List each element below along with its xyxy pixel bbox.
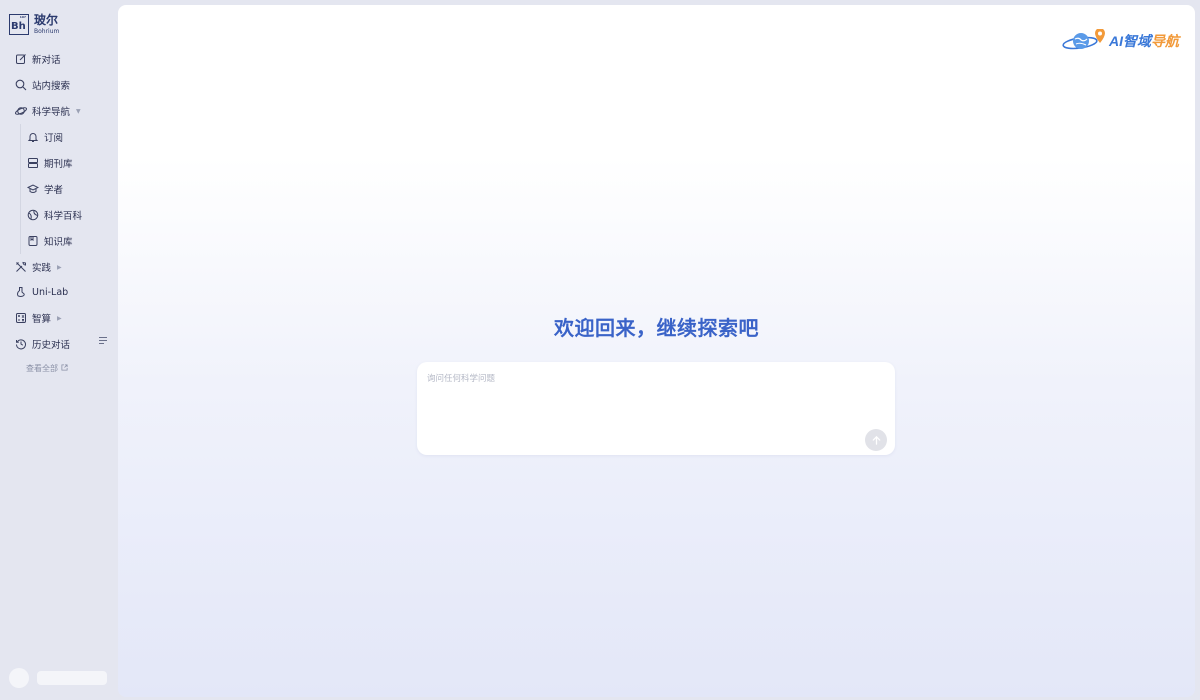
sidebar-item-science-nav[interactable]: 科学导航 ▼ xyxy=(15,103,81,119)
bell-icon xyxy=(27,131,39,143)
sidebar-item-encyclopedia[interactable]: 科学百科 xyxy=(27,207,82,223)
sidebar-item-label: 期刊库 xyxy=(44,159,73,170)
sidebar-item-site-search[interactable]: 站内搜索 xyxy=(15,77,70,93)
user-name-placeholder[interactable] xyxy=(37,671,107,685)
history-icon xyxy=(15,338,27,350)
view-all-link[interactable]: 查看全部 xyxy=(26,363,68,374)
chat-input[interactable] xyxy=(427,372,867,432)
chevron-down-icon: ▼ xyxy=(76,107,81,115)
chevron-right-icon: ▶ xyxy=(57,263,62,271)
tools-icon xyxy=(15,261,27,273)
logo-zhiyu: 智域 xyxy=(1123,33,1151,49)
sidebar-item-new-chat[interactable]: 新对话 xyxy=(15,51,61,67)
sidebar-item-practice[interactable]: 实践 ▶ xyxy=(15,259,62,275)
ai-zhiyu-nav-logo[interactable]: AI智域导航 xyxy=(1062,29,1179,53)
sidebar-item-compute[interactable]: 智算 ▶ xyxy=(15,310,62,326)
arrow-up-icon xyxy=(872,435,880,445)
sidebar-item-label: 历史对话 xyxy=(32,340,71,351)
logo-ai: AI xyxy=(1109,33,1123,49)
sidebar-item-knowledge-base[interactable]: 知识库 xyxy=(27,233,73,249)
flask-icon xyxy=(15,286,27,298)
brand-symbol: Bh xyxy=(11,21,26,32)
search-icon xyxy=(15,79,27,91)
submenu-divider xyxy=(20,124,21,254)
planet-icon xyxy=(15,105,27,117)
sidebar-item-subscribe[interactable]: 订阅 xyxy=(27,129,63,145)
sidebar-item-label: 知识库 xyxy=(44,237,73,248)
edit-icon xyxy=(15,53,27,65)
history-menu-icon[interactable] xyxy=(99,337,108,347)
sidebar-item-label: 实践 xyxy=(32,263,52,274)
database-icon xyxy=(27,157,39,169)
sidebar-item-label: 新对话 xyxy=(32,55,61,66)
globe-icon xyxy=(27,209,39,221)
main-panel: AI智域导航 欢迎回来，继续探索吧 xyxy=(118,5,1195,697)
view-all-label: 查看全部 xyxy=(26,364,58,373)
brand-name: 玻尔 xyxy=(34,13,59,27)
sidebar-item-label: 智算 xyxy=(32,314,52,325)
logo-text: AI智域导航 xyxy=(1109,31,1179,51)
graduation-cap-icon xyxy=(27,183,39,195)
sidebar-item-label: 科学百科 xyxy=(44,211,83,222)
sidebar-item-label: 科学导航 xyxy=(32,107,71,118)
brand-logo[interactable]: 107 Bh 玻尔 Bohrium xyxy=(9,14,59,35)
chevron-right-icon: ▶ xyxy=(57,314,62,322)
sidebar-item-label: 订阅 xyxy=(44,133,64,144)
book-icon xyxy=(27,235,39,247)
send-button[interactable] xyxy=(865,429,887,451)
welcome-heading: 欢迎回来，继续探索吧 xyxy=(554,316,759,340)
logo-daohang: 导航 xyxy=(1151,33,1179,49)
sidebar-item-scholars[interactable]: 学者 xyxy=(27,181,63,197)
sidebar-item-label: 学者 xyxy=(44,185,64,196)
brand-subtitle: Bohrium xyxy=(34,28,60,35)
calculator-icon xyxy=(15,312,27,324)
chat-input-box xyxy=(417,362,895,455)
globe-logo-icon xyxy=(1062,29,1105,50)
external-link-icon xyxy=(61,364,68,373)
sidebar-item-uni-lab[interactable]: Uni-Lab xyxy=(15,284,68,300)
sidebar-item-label: 站内搜索 xyxy=(32,81,71,92)
avatar[interactable] xyxy=(9,668,29,688)
brand-mark-icon: 107 Bh xyxy=(9,14,29,35)
sidebar-item-journals[interactable]: 期刊库 xyxy=(27,155,73,171)
sidebar-item-label: Uni-Lab xyxy=(32,286,69,298)
sidebar-item-history[interactable]: 历史对话 xyxy=(15,336,70,352)
sidebar: 107 Bh 玻尔 Bohrium 新对话 站内搜索 科学导航 ▼ 订阅 期刊库… xyxy=(0,0,117,700)
